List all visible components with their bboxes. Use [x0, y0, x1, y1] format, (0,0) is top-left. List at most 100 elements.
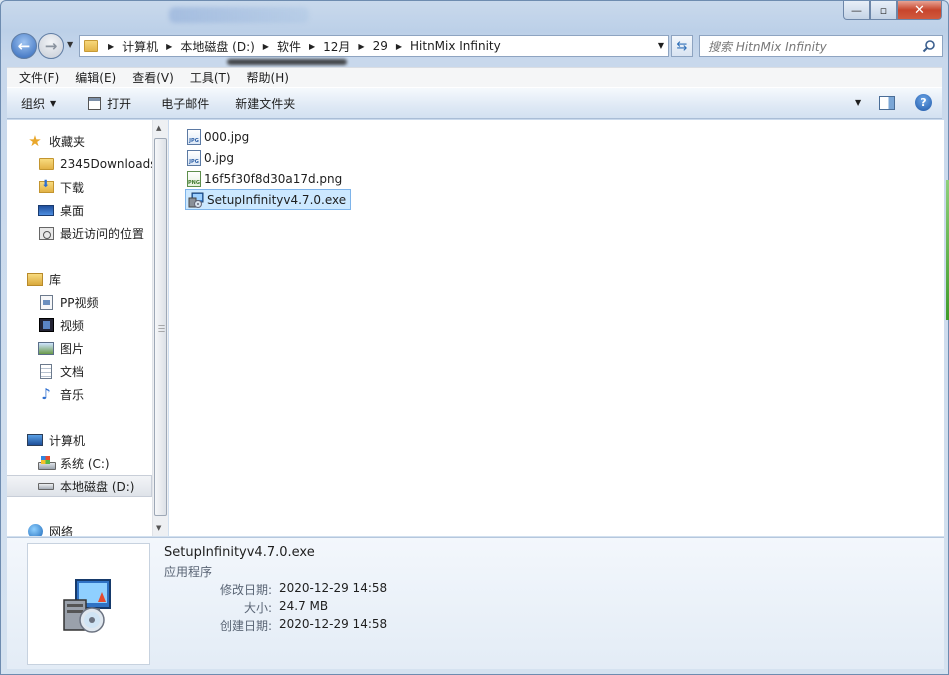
- star-icon: ★: [28, 132, 42, 150]
- command-bar: 组织 ▼ 打开 电子邮件 新建文件夹 ▼ ?: [7, 87, 942, 119]
- menu-edit[interactable]: 编辑(E): [67, 69, 124, 86]
- forward-button[interactable]: →: [38, 33, 64, 59]
- file-name: 16f5f30f8d30a17d.png: [204, 171, 343, 186]
- new-folder-button[interactable]: 新建文件夹: [223, 95, 309, 112]
- list-item[interactable]: JPG 000.jpg: [185, 126, 253, 147]
- breadcrumb-separator-icon[interactable]: ▶: [108, 42, 114, 51]
- music-note-icon: ♪: [41, 385, 51, 403]
- list-item[interactable]: PNG 16f5f30f8d30a17d.png: [185, 168, 346, 189]
- address-bar[interactable]: ▶ 计算机 ▶ 本地磁盘 (D:) ▶ 软件 ▶ 12月 ▶ 29 ▶ Hitn…: [79, 35, 669, 57]
- tree-item-pictures[interactable]: 图片: [7, 337, 152, 359]
- recent-pages-dropdown[interactable]: ▼: [67, 40, 73, 49]
- caption-buttons: — ▫ ✕: [843, 1, 942, 20]
- menu-file[interactable]: 文件(F): [11, 69, 67, 86]
- network-icon: [27, 523, 43, 536]
- tree-item-videos[interactable]: 视频: [7, 314, 152, 336]
- search-input[interactable]: 搜索 HitnMix Infinity: [699, 35, 943, 57]
- list-item[interactable]: JPG 0.jpg: [185, 147, 238, 168]
- preview-pane-button[interactable]: [879, 95, 895, 110]
- breadcrumb-december[interactable]: 12月: [323, 38, 350, 55]
- tree-label: 视频: [60, 318, 85, 333]
- organize-label: 组织: [21, 96, 46, 111]
- library-icon: [27, 271, 43, 287]
- breadcrumb-computer[interactable]: 计算机: [122, 38, 158, 55]
- installer-icon: [188, 192, 204, 208]
- file-list-pane[interactable]: JPG 000.jpg JPG 0.jpg PNG 16f5f30f8d30a1…: [169, 120, 944, 536]
- list-item-selected[interactable]: SetupInfinityv4.7.0.exe: [185, 189, 352, 210]
- scroll-down-icon[interactable]: ▼: [156, 524, 161, 532]
- recent-places-icon: [38, 225, 54, 241]
- refresh-icon: ⇆: [676, 38, 688, 54]
- picture-icon: [38, 340, 54, 356]
- open-label: 打开: [107, 96, 132, 111]
- tree-item-music[interactable]: ♪ 音乐: [7, 383, 152, 405]
- refresh-button[interactable]: ⇆: [671, 35, 693, 57]
- open-button[interactable]: 打开: [70, 95, 145, 112]
- breadcrumb-separator-icon[interactable]: ▶: [396, 42, 402, 51]
- grip-icon: — — —: [158, 321, 165, 335]
- view-dropdown-icon[interactable]: ▼: [855, 98, 861, 107]
- breadcrumb-separator-icon[interactable]: ▶: [263, 42, 269, 51]
- minimize-button[interactable]: —: [843, 1, 870, 20]
- maximize-button[interactable]: ▫: [870, 1, 897, 20]
- navigation-pane[interactable]: ★ 收藏夹 2345Downloads 下载 桌面 最近访问的位置 库 PP视频: [7, 120, 152, 536]
- details-created-row: 创建日期: 2020-12-29 14:58: [7, 617, 407, 633]
- tree-favorites[interactable]: ★ 收藏夹: [7, 130, 152, 152]
- breadcrumb-hitnmix-infinity[interactable]: HitnMix Infinity: [410, 39, 501, 53]
- title-bar-blur: [169, 7, 309, 23]
- tree-label: 桌面: [60, 203, 85, 218]
- navigation-scrollbar[interactable]: ▲ — — — ▼: [152, 120, 168, 536]
- breadcrumb-separator-icon[interactable]: ▶: [309, 42, 315, 51]
- search-placeholder: 搜索 HitnMix Infinity: [708, 39, 827, 54]
- scrollbar-thumb[interactable]: — — —: [154, 138, 167, 516]
- tree-libraries[interactable]: 库: [7, 268, 152, 290]
- pp-video-icon: [38, 294, 54, 310]
- tree-item-pp-video[interactable]: PP视频: [7, 291, 152, 313]
- tree-item-drive-d[interactable]: 本地磁盘 (D:): [7, 475, 152, 497]
- tree-label: PP视频: [60, 295, 99, 310]
- details-modified-label: 修改日期:: [219, 583, 272, 597]
- tree-label: 最近访问的位置: [60, 226, 145, 241]
- tree-computer[interactable]: 计算机: [7, 429, 152, 451]
- downloads-folder-icon: [38, 179, 54, 195]
- email-button[interactable]: 电子邮件: [145, 95, 223, 112]
- breadcrumb-drive-d[interactable]: 本地磁盘 (D:): [180, 38, 254, 55]
- back-button[interactable]: ←: [11, 33, 37, 59]
- computer-icon: [27, 432, 43, 448]
- tree-network[interactable]: 网络: [7, 520, 152, 536]
- menu-help[interactable]: 帮助(H): [239, 69, 297, 86]
- organize-button[interactable]: 组织 ▼: [7, 95, 70, 112]
- tree-label: 库: [49, 272, 62, 287]
- search-icon[interactable]: [922, 39, 936, 53]
- breadcrumb-separator-icon[interactable]: ▶: [358, 42, 364, 51]
- help-button[interactable]: ?: [915, 94, 932, 111]
- tree-item-2345downloads[interactable]: 2345Downloads: [7, 153, 152, 175]
- file-name: 0.jpg: [204, 150, 235, 165]
- change-view-button[interactable]: ▼: [841, 96, 861, 110]
- close-button[interactable]: ✕: [897, 1, 942, 20]
- details-created-label: 创建日期:: [219, 619, 272, 633]
- address-dropdown-icon[interactable]: ▼: [658, 41, 664, 50]
- menu-view[interactable]: 查看(V): [124, 69, 182, 86]
- folder-icon: [84, 40, 98, 52]
- menu-tools[interactable]: 工具(T): [182, 69, 239, 86]
- details-modified-row: 修改日期: 2020-12-29 14:58: [7, 581, 407, 597]
- breadcrumb-29[interactable]: 29: [373, 39, 388, 53]
- tree-item-desktop[interactable]: 桌面: [7, 199, 152, 221]
- tree-item-recent-places[interactable]: 最近访问的位置: [7, 222, 152, 244]
- scroll-up-icon[interactable]: ▲: [156, 124, 161, 132]
- breadcrumb-software[interactable]: 软件: [277, 38, 301, 55]
- file-name: 000.jpg: [204, 129, 250, 144]
- help-icon: ?: [920, 96, 927, 109]
- tree-item-downloads[interactable]: 下载: [7, 176, 152, 198]
- breadcrumb-separator-icon[interactable]: ▶: [166, 42, 172, 51]
- details-modified-value: 2020-12-29 14:58: [279, 581, 388, 595]
- details-pane: SetupInfinityv4.7.0.exe 应用程序 修改日期: 2020-…: [7, 537, 944, 669]
- jpg-file-icon: JPG: [187, 128, 201, 145]
- tree-label: 音乐: [60, 387, 85, 402]
- explorer-window: — ▫ ✕ ← → ▼ ▶ 计算机 ▶ 本地磁盘 (D:) ▶ 软件 ▶ 12月…: [0, 0, 949, 675]
- email-label: 电子邮件: [161, 96, 210, 111]
- tree-item-documents[interactable]: 文档: [7, 360, 152, 382]
- tree-label: 图片: [60, 341, 85, 356]
- tree-item-drive-c[interactable]: 系统 (C:): [7, 452, 152, 474]
